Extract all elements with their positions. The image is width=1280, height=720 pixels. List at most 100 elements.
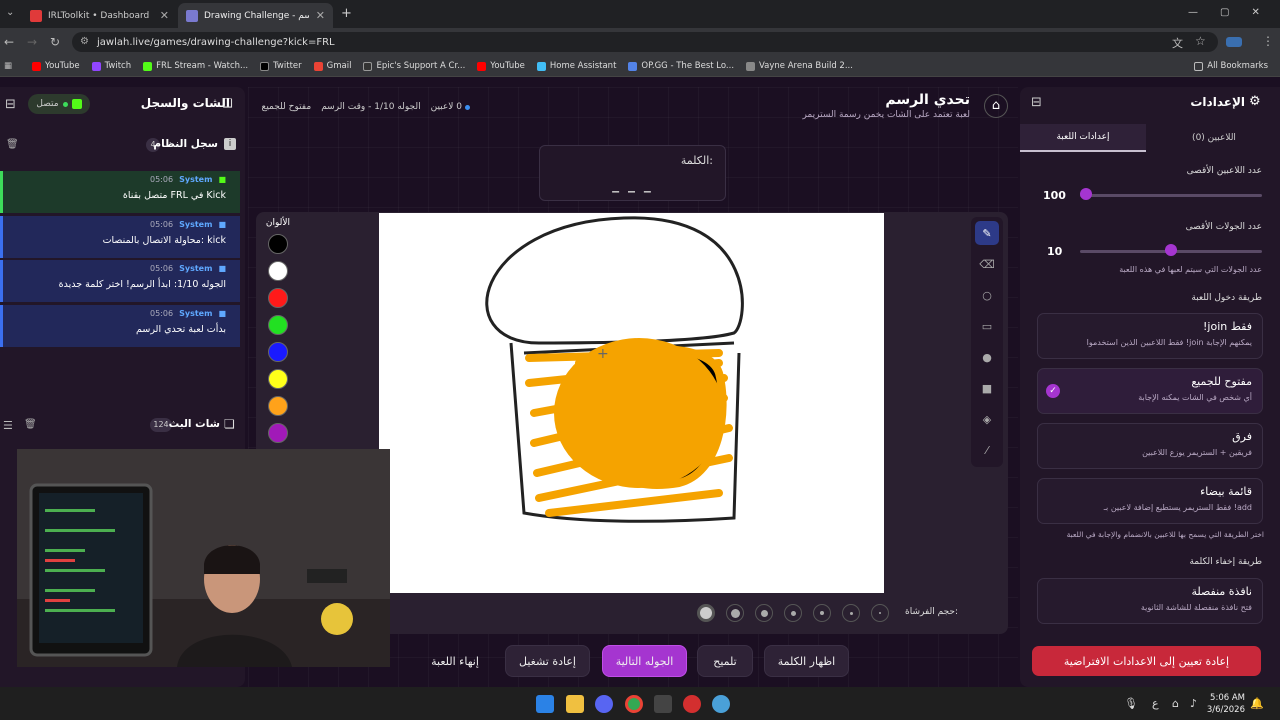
microphone-icon[interactable]: 🎙	[1124, 697, 1138, 710]
clear-chat-trash-icon[interactable]: 🗑	[24, 419, 37, 430]
join-option-whitelist[interactable]: قائمة بيضاء فقط الستريمر يستطيع إضافة لاع…	[1037, 478, 1263, 524]
translate-icon[interactable]: 文	[1172, 35, 1183, 51]
address-bar[interactable]: jawlah.live/games/drawing-challenge?kick…	[72, 32, 1218, 52]
reset-defaults-button[interactable]: إعادة تعيين إلى الاعدادات الافتراضية	[1032, 646, 1261, 676]
keyboard-language[interactable]: ع	[1152, 697, 1159, 710]
message-sender: System	[179, 308, 213, 318]
tab-list-icon[interactable]: ⌄	[6, 7, 14, 18]
circle-fill-tool-icon[interactable]: ●	[975, 345, 999, 369]
xbox-icon[interactable]	[654, 695, 672, 713]
max-players-slider[interactable]	[1080, 194, 1262, 197]
brush-size-xs[interactable]	[813, 604, 831, 622]
menu-icon[interactable]: ⋮	[1262, 34, 1274, 48]
opgg-icon	[628, 61, 638, 71]
twitch-icon	[91, 61, 101, 71]
notification-icon[interactable]: 🔔	[1250, 697, 1264, 710]
bookmark-home-assistant[interactable]: Home Assistant	[536, 61, 616, 71]
next-round-button[interactable]: الجوله التالية	[602, 645, 687, 677]
minimize-icon[interactable]: —	[1188, 7, 1198, 18]
bookmark-youtube-2[interactable]: YouTube	[477, 61, 525, 71]
tab-game-settings[interactable]: إعدادات اللعبة	[1020, 124, 1146, 152]
settings-app-icon[interactable]	[712, 695, 730, 713]
max-players-slider-handle[interactable]	[1080, 188, 1092, 200]
rectangle-fill-tool-icon[interactable]: ■	[975, 376, 999, 400]
webcam-scene	[17, 449, 390, 667]
brush-size-xxxs[interactable]	[871, 604, 889, 622]
discord-icon[interactable]	[595, 695, 613, 713]
hint-button[interactable]: تلميح	[697, 645, 753, 677]
bookmark-gmail[interactable]: Gmail	[313, 61, 351, 71]
volume-icon[interactable]: ♪	[1190, 697, 1197, 710]
tab-players[interactable]: اللاعبين (0)	[1148, 124, 1280, 152]
collapse-settings-icon[interactable]: ⊟	[1031, 95, 1042, 110]
join-option-open[interactable]: مفتوح للجميع أي شخص في الشات يمكنه الإجاب…	[1037, 368, 1263, 414]
youtube-icon	[32, 61, 42, 71]
start-icon[interactable]	[536, 695, 554, 713]
clock[interactable]: 5:06 AM 3/6/2026	[1205, 692, 1245, 716]
fill-bucket-tool-icon[interactable]: ◈	[975, 407, 999, 431]
bookmark-frl-stream[interactable]: FRL Stream - Watch...	[143, 61, 248, 71]
bookmark-opgg[interactable]: OP.GG - The Best Lo...	[628, 61, 734, 71]
brush-size-m[interactable]	[755, 604, 773, 622]
maximize-icon[interactable]: ▢	[1220, 7, 1229, 18]
rectangle-outline-tool-icon[interactable]: ▭	[975, 314, 999, 338]
bookmarks-bar: ▦ YouTube Twitch FRL Stream - Watch... T…	[0, 56, 1280, 77]
color-swatch[interactable]	[268, 261, 288, 281]
color-swatch[interactable]	[268, 234, 288, 254]
tab-irltoolkit[interactable]: IRLToolkit • Dashboard ✕	[22, 3, 177, 28]
hidden-word: _ _ _	[612, 177, 653, 193]
eraser-tool-icon[interactable]: ⌫	[975, 252, 999, 276]
site-info-icon[interactable]: ⚙	[80, 36, 89, 47]
brush-size-xxs[interactable]	[842, 604, 860, 622]
reload-icon[interactable]: ↻	[50, 35, 60, 49]
color-swatch[interactable]	[268, 423, 288, 443]
pencil-tool-icon[interactable]: ✎	[975, 221, 999, 245]
line-tool-icon[interactable]: ⁄	[975, 438, 999, 462]
end-game-button[interactable]: إنهاء اللعبة	[415, 645, 495, 677]
clear-log-trash-icon[interactable]: 🗑	[6, 139, 19, 150]
home-button-icon[interactable]: ⌂	[984, 94, 1008, 118]
circle-outline-tool-icon[interactable]: ○	[975, 283, 999, 307]
vayne-icon	[746, 61, 756, 71]
tab-drawing-challenge[interactable]: Drawing Challenge - تحدي الرسم ✕	[178, 3, 333, 28]
file-explorer-icon[interactable]	[566, 695, 584, 713]
new-tab-icon[interactable]: +	[341, 6, 352, 21]
extension-icon[interactable]	[1226, 37, 1242, 47]
drawing-canvas[interactable]: +	[379, 213, 884, 593]
close-tab-icon[interactable]: ✕	[160, 9, 169, 22]
close-window-icon[interactable]: ✕	[1251, 7, 1259, 18]
show-word-button[interactable]: اظهار الكلمة	[764, 645, 849, 677]
bookmark-youtube[interactable]: YouTube	[32, 61, 80, 71]
close-tab-icon[interactable]: ✕	[316, 9, 325, 22]
brush-size-s[interactable]	[784, 604, 802, 622]
color-swatch[interactable]	[268, 396, 288, 416]
brush-size-xl[interactable]	[697, 604, 715, 622]
message-text: متصل بقناة FRL في Kick	[122, 190, 226, 201]
network-icon[interactable]: ⌂	[1172, 697, 1179, 710]
color-swatch[interactable]	[268, 369, 288, 389]
list-toggle-icon[interactable]: ☰	[3, 419, 13, 432]
back-icon[interactable]: ←	[4, 35, 14, 49]
color-swatch[interactable]	[268, 288, 288, 308]
max-rounds-slider-handle[interactable]	[1165, 244, 1177, 256]
drawing-tools: ✎ ⌫ ○ ▭ ● ■ ◈ ⁄	[971, 217, 1003, 467]
bookmark-twitter[interactable]: Twitter	[260, 61, 302, 71]
join-option-teams[interactable]: فرق فريقين + الستريمر يوزع اللاعبين	[1037, 423, 1263, 469]
brush-size-l[interactable]	[726, 604, 744, 622]
hide-option-separate-window[interactable]: نافذة منفصلة فتح نافذة منفصلة للشاشة الثا…	[1037, 578, 1263, 624]
app-icon[interactable]	[683, 695, 701, 713]
star-icon[interactable]: ☆	[1195, 34, 1206, 48]
join-option-join-only[interactable]: !join فقط فقط اللاعبين الذين استخدموا !jo…	[1037, 313, 1263, 359]
bookmark-vayne[interactable]: Vayne Arena Build 2...	[746, 61, 853, 71]
chrome-icon[interactable]	[625, 695, 643, 713]
all-bookmarks[interactable]: All Bookmarks	[1194, 61, 1268, 71]
forward-icon[interactable]: →	[27, 35, 37, 49]
restart-button[interactable]: إعادة تشغيل	[505, 645, 590, 677]
color-swatch[interactable]	[268, 315, 288, 335]
apps-icon[interactable]: ▦	[4, 61, 12, 71]
bookmark-epic[interactable]: Epic's Support A Cr...	[363, 61, 465, 71]
collapse-panel-icon[interactable]: ⊟	[5, 97, 16, 112]
bookmark-twitch[interactable]: Twitch	[91, 61, 131, 71]
color-swatch[interactable]	[268, 342, 288, 362]
status-dot-icon	[62, 101, 68, 107]
